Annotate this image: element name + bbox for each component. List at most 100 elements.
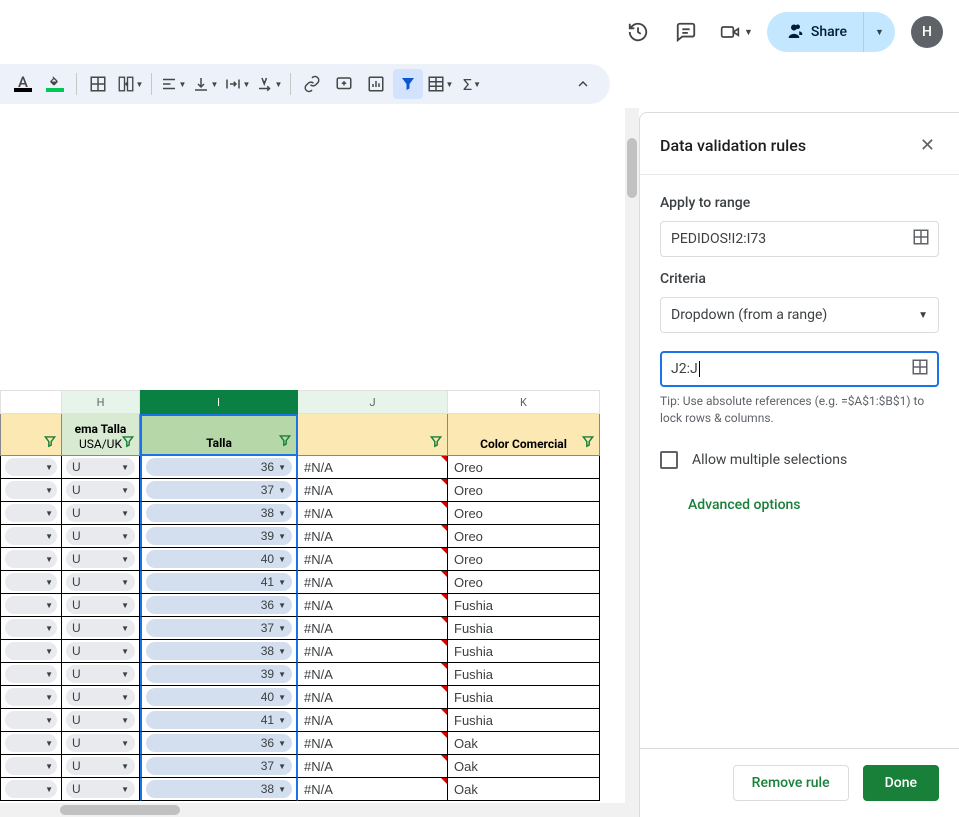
cell-i[interactable]: 41▼ (140, 709, 298, 732)
cell-g[interactable]: ▼ (0, 525, 62, 548)
cell-k[interactable]: Oreo (448, 525, 600, 548)
table-view-button[interactable]: ▼ (425, 69, 455, 99)
dropdown-chip[interactable]: U▼ (66, 504, 135, 522)
text-wrap-button[interactable]: ▼ (222, 69, 252, 99)
dropdown-chip[interactable]: 37▼ (146, 481, 292, 499)
dropdown-chip[interactable]: 39▼ (146, 527, 292, 545)
dropdown-chip[interactable]: ▼ (5, 481, 57, 499)
share-button[interactable]: Share (767, 12, 863, 52)
cell-i[interactable]: 37▼ (140, 479, 298, 502)
cell-i[interactable]: 39▼ (140, 525, 298, 548)
dropdown-chip[interactable]: 38▼ (146, 504, 292, 522)
dropdown-chip[interactable]: U▼ (66, 780, 135, 798)
dropdown-chip[interactable]: U▼ (66, 688, 135, 706)
cell-h[interactable]: U▼ (62, 548, 140, 571)
dropdown-chip[interactable]: U▼ (66, 665, 135, 683)
vertical-align-button[interactable]: ▼ (190, 69, 220, 99)
vertical-scrollbar[interactable] (625, 108, 639, 817)
dropdown-chip[interactable]: ▼ (5, 688, 57, 706)
text-color-button[interactable]: A (8, 69, 38, 99)
dropdown-chip[interactable]: ▼ (5, 780, 57, 798)
criteria-select[interactable]: Dropdown (from a range) ▼ (660, 297, 939, 333)
horizontal-align-button[interactable]: ▼ (158, 69, 188, 99)
cell-g[interactable]: ▼ (0, 594, 62, 617)
cell-i[interactable]: 36▼ (140, 732, 298, 755)
column-header-j[interactable]: J (298, 390, 448, 414)
dropdown-chip[interactable]: ▼ (5, 550, 57, 568)
dropdown-chip[interactable]: ▼ (5, 711, 57, 729)
share-dropdown[interactable]: ▼ (863, 12, 895, 52)
header-cell-h[interactable]: ema Talla USA/UK (62, 414, 140, 456)
filter-icon[interactable] (429, 434, 443, 451)
cell-h[interactable]: U▼ (62, 456, 140, 479)
cell-i[interactable]: 36▼ (140, 594, 298, 617)
cell-h[interactable]: U▼ (62, 709, 140, 732)
dropdown-chip[interactable]: ▼ (5, 504, 57, 522)
filter-icon[interactable] (43, 434, 57, 451)
horizontal-scrollbar[interactable] (0, 803, 639, 817)
cell-g[interactable]: ▼ (0, 617, 62, 640)
cell-k[interactable]: Oreo (448, 456, 600, 479)
cell-h[interactable]: U▼ (62, 594, 140, 617)
dropdown-chip[interactable]: ▼ (5, 527, 57, 545)
cell-i[interactable]: 38▼ (140, 640, 298, 663)
select-range-icon[interactable] (911, 358, 929, 380)
dropdown-chip[interactable]: U▼ (66, 458, 135, 476)
dropdown-chip[interactable]: U▼ (66, 596, 135, 614)
dropdown-chip[interactable]: ▼ (5, 642, 57, 660)
cell-j[interactable]: #N/A (298, 686, 448, 709)
cell-j[interactable]: #N/A (298, 663, 448, 686)
cell-g[interactable]: ▼ (0, 548, 62, 571)
comment-icon[interactable] (666, 12, 706, 52)
cell-i[interactable]: 37▼ (140, 755, 298, 778)
history-icon[interactable] (618, 12, 658, 52)
cell-h[interactable]: U▼ (62, 663, 140, 686)
cell-k[interactable]: Fushia (448, 663, 600, 686)
cell-h[interactable]: U▼ (62, 778, 140, 801)
merge-button[interactable]: ▼ (115, 69, 145, 99)
filter-icon[interactable] (121, 434, 135, 451)
dropdown-chip[interactable]: U▼ (66, 619, 135, 637)
dropdown-chip[interactable]: U▼ (66, 757, 135, 775)
cell-j[interactable]: #N/A (298, 525, 448, 548)
cell-g[interactable]: ▼ (0, 732, 62, 755)
dropdown-chip[interactable]: 36▼ (146, 458, 292, 476)
cell-k[interactable]: Oak (448, 778, 600, 801)
meet-icon[interactable]: ▼ (714, 12, 759, 52)
text-rotation-button[interactable]: ▼ (254, 69, 284, 99)
dropdown-chip[interactable]: 40▼ (146, 550, 292, 568)
cell-g[interactable]: ▼ (0, 456, 62, 479)
dropdown-chip[interactable]: 37▼ (146, 757, 292, 775)
cell-j[interactable]: #N/A (298, 617, 448, 640)
cell-h[interactable]: U▼ (62, 755, 140, 778)
dropdown-chip[interactable]: 36▼ (146, 734, 292, 752)
dropdown-chip[interactable]: 41▼ (146, 711, 292, 729)
cell-k[interactable]: Fushia (448, 686, 600, 709)
apply-range-input[interactable]: PEDIDOS!I2:I73 (660, 221, 939, 257)
cell-g[interactable]: ▼ (0, 571, 62, 594)
cell-k[interactable]: Oreo (448, 479, 600, 502)
cell-k[interactable]: Oak (448, 732, 600, 755)
cell-i[interactable]: 39▼ (140, 663, 298, 686)
cell-g[interactable]: ▼ (0, 709, 62, 732)
filter-icon[interactable] (278, 433, 292, 450)
insert-comment-button[interactable] (329, 69, 359, 99)
column-header-i[interactable]: I (140, 390, 298, 414)
cell-k[interactable]: Fushia (448, 594, 600, 617)
dropdown-chip[interactable]: ▼ (5, 596, 57, 614)
cell-g[interactable]: ▼ (0, 755, 62, 778)
dropdown-chip[interactable]: ▼ (5, 734, 57, 752)
header-cell-i[interactable]: Talla (140, 414, 298, 456)
cell-k[interactable]: Fushia (448, 640, 600, 663)
header-cell-j[interactable] (298, 414, 448, 456)
dropdown-chip[interactable]: U▼ (66, 734, 135, 752)
cell-k[interactable]: Fushia (448, 617, 600, 640)
cell-j[interactable]: #N/A (298, 709, 448, 732)
dropdown-chip[interactable]: 39▼ (146, 665, 292, 683)
cell-h[interactable]: U▼ (62, 571, 140, 594)
dropdown-chip[interactable]: U▼ (66, 711, 135, 729)
cell-i[interactable]: 37▼ (140, 617, 298, 640)
cell-g[interactable]: ▼ (0, 640, 62, 663)
dropdown-chip[interactable]: ▼ (5, 757, 57, 775)
toolbar-collapse-button[interactable] (568, 69, 598, 99)
